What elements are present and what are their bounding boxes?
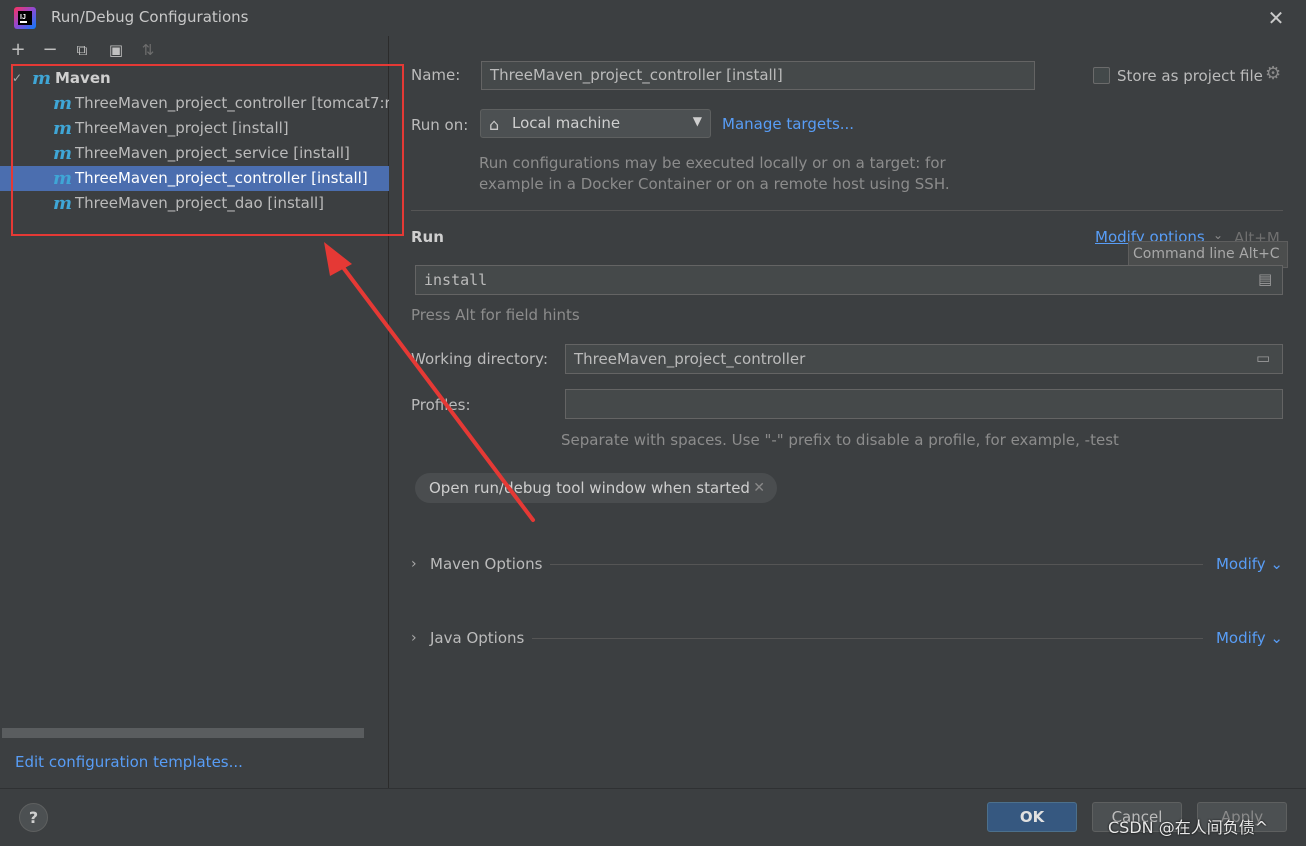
maven-options-section[interactable]: › Maven Options Modify ⌄ [411,553,1283,575]
java-options-section[interactable]: › Java Options Modify ⌄ [411,627,1283,649]
svg-text:IJ: IJ [20,14,26,21]
run-on-value: Local machine [512,114,621,132]
remove-icon[interactable]: − [40,40,60,60]
java-options-modify-link[interactable]: Modify ⌄ [1207,627,1283,649]
chevron-right-icon[interactable]: › [411,553,417,575]
caret-down-icon: ▼ [692,114,702,128]
tree-item-selected[interactable]: m ThreeMaven_project_controller [install… [0,166,389,191]
maven-m-icon: m [32,68,52,89]
help-button[interactable]: ? [19,803,48,832]
profiles-hint: Separate with spaces. Use "-" prefix to … [561,431,1119,449]
tree-item-label: ThreeMaven_project [install] [75,119,289,137]
folder-open-icon[interactable]: ▭ [1256,349,1270,367]
folder-add-icon[interactable]: ▣ [106,40,126,60]
window-title: Run/Debug Configurations [51,8,249,26]
intellij-idea-icon: IJ [14,7,36,29]
store-project-label[interactable]: Store as project file [1117,67,1263,85]
copy-icon[interactable]: ⧉ [72,40,92,60]
working-directory-label: Working directory: [411,350,549,368]
gear-icon[interactable]: ⚙ [1265,65,1283,83]
maven-m-icon: m [53,168,73,189]
ok-button[interactable]: OK [987,802,1077,832]
tree-item-label: ThreeMaven_project_controller [install] [75,169,368,187]
profiles-label: Profiles: [411,396,471,414]
command-line-input[interactable]: install [415,265,1283,295]
java-options-label[interactable]: Java Options [430,627,533,649]
maven-options-label[interactable]: Maven Options [430,553,551,575]
working-directory-input[interactable]: ThreeMaven_project_controller [565,344,1283,374]
chevron-right-icon[interactable]: › [411,627,417,649]
section-rule [529,638,1203,639]
maven-m-icon: m [53,118,73,139]
maven-m-icon: m [53,193,73,214]
title-bar: IJ Run/Debug Configurations ✕ [0,0,1306,36]
dialog-button-bar: ? OK Cancel Apply CSDN @在人间负债^ [0,788,1306,846]
maven-m-icon: m [53,143,73,164]
tree-item[interactable]: m ThreeMaven_project_controller [tomcat7… [0,91,389,116]
run-on-label: Run on: [411,116,469,134]
store-project-checkbox[interactable] [1093,67,1110,84]
add-icon[interactable]: + [8,40,28,60]
edit-templates-link[interactable]: Edit configuration templates... [15,753,243,771]
field-hints-text: Press Alt for field hints [411,306,580,324]
configurations-toolbar: + − ⧉ ▣ ⇅ [0,40,389,62]
tree-group-maven[interactable]: ✓ m Maven [0,66,389,91]
tree-item[interactable]: m ThreeMaven_project_dao [install] [0,191,389,216]
manage-targets-link[interactable]: Manage targets... [722,115,854,133]
section-rule [546,564,1203,565]
run-on-hint-line-2: example in a Docker Container or on a re… [479,175,950,193]
tree-group-label: Maven [55,69,111,87]
open-tool-window-chip[interactable]: Open run/debug tool window when started … [415,473,777,503]
close-icon[interactable]: ✕ [753,473,765,503]
tree-item[interactable]: m ThreeMaven_project [install] [0,116,389,141]
csdn-watermark: CSDN @在人间负债^ [1108,818,1269,837]
profiles-input[interactable] [565,389,1283,419]
command-line-tooltip: Command line Alt+C [1128,241,1288,268]
chevron-down-icon[interactable]: ✓ [12,66,22,91]
run-section-title: Run [411,228,444,246]
name-label: Name: [411,66,461,84]
section-separator [411,210,1283,211]
run-on-dropdown[interactable]: ⌂ Local machine ▼ [480,109,711,138]
expand-editor-icon[interactable]: ▤ [1258,270,1272,288]
tree-item-label: ThreeMaven_project_dao [install] [75,194,325,212]
close-icon[interactable]: ✕ [1266,8,1286,28]
maven-m-icon: m [53,93,73,114]
chevron-down-icon[interactable]: ⌄ [1213,228,1223,242]
tree-item-label: ThreeMaven_project_service [install] [75,144,350,162]
sort-icon[interactable]: ⇅ [138,40,158,60]
configurations-panel: + − ⧉ ▣ ⇅ ✓ m Maven m ThreeMaven_project… [0,36,389,788]
horizontal-scrollbar[interactable] [2,728,364,738]
name-input[interactable]: ThreeMaven_project_controller [install] [481,61,1035,90]
tree-item[interactable]: m ThreeMaven_project_service [install] [0,141,389,166]
tree-item-label: ThreeMaven_project_controller [tomcat7:r… [75,94,389,112]
open-tool-window-chip-label: Open run/debug tool window when started [429,479,750,497]
maven-options-modify-link[interactable]: Modify ⌄ [1207,553,1283,575]
run-on-hint-line-1: Run configurations may be executed local… [479,154,946,172]
home-icon: ⌂ [489,115,500,134]
